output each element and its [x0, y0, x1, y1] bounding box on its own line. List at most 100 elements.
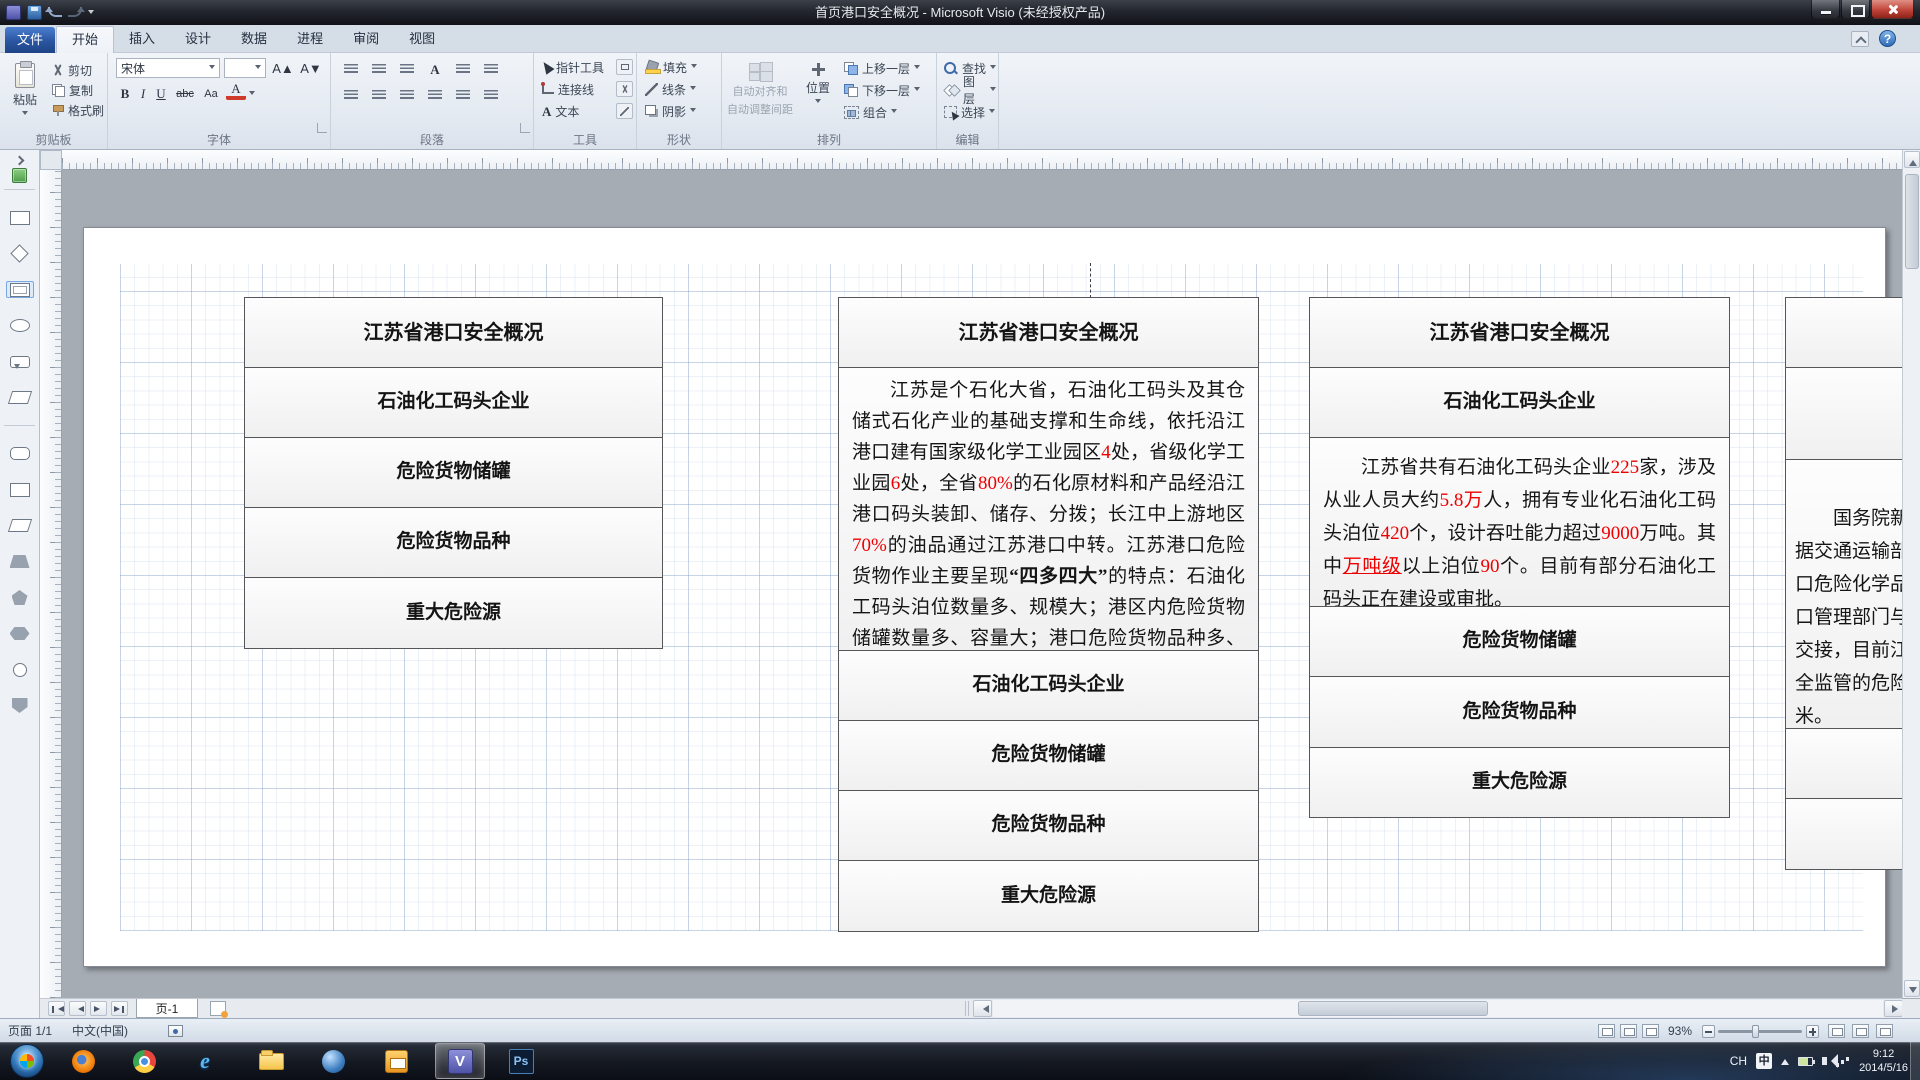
copy-button[interactable]: 复制 [50, 81, 95, 99]
shape-col4-paragraph[interactable]: 国务院新《 据交通运输部和 口危险化学品安 口管理部门与安 交接，目前江苏 全监… [1785, 459, 1902, 729]
hidden-icons-chevron[interactable] [1781, 1055, 1789, 1065]
horizontal-scrollbar-thumb[interactable] [1298, 1001, 1488, 1016]
send-backward-button[interactable]: 下移一层 [842, 81, 922, 99]
close-button[interactable] [1871, 0, 1914, 19]
connection-point-tool-button[interactable] [616, 81, 633, 97]
shape-col1-row2[interactable]: 危险货物储罐 [244, 437, 663, 508]
horizontal-scrollbar[interactable] [993, 1000, 1883, 1017]
language-bar[interactable]: CH [1730, 1054, 1747, 1068]
taskbar-explorer[interactable] [246, 1043, 296, 1079]
scroll-right-icon[interactable] [1884, 1000, 1903, 1017]
last-page-button[interactable] [111, 1001, 128, 1016]
shape-col1-row1[interactable]: 石油化工码头企业 [244, 367, 663, 438]
stencil-shape-rounded-rectangle[interactable] [6, 445, 34, 462]
zoom-out-icon[interactable] [1702, 1025, 1715, 1038]
stencil-shape-trapezoid[interactable] [6, 553, 34, 570]
visio-app-icon[interactable] [6, 5, 21, 20]
shape-col3-row3[interactable]: 重大危险源 [1309, 747, 1730, 818]
shadow-button[interactable]: 阴影 [643, 102, 698, 120]
pointer-tool-button[interactable]: 指针工具 [540, 58, 606, 76]
strikethrough-button[interactable]: abc [172, 84, 198, 104]
language-indicator[interactable]: 中文(中国) [72, 1019, 128, 1043]
rotate-text-button[interactable] [479, 58, 503, 80]
align-right-button[interactable] [395, 84, 419, 106]
shape-col2-row4[interactable]: 重大危险源 [838, 860, 1259, 932]
paragraph-spacing-button[interactable] [451, 58, 475, 80]
taskbar-photoshop[interactable]: Ps [496, 1043, 546, 1079]
layers-button[interactable]: 图层 [942, 81, 998, 99]
underline-button[interactable]: U [152, 84, 170, 104]
view-mode-icon-1[interactable] [1598, 1024, 1615, 1038]
position-button[interactable]: 位置 [798, 56, 838, 136]
stencil-shape-ellipse[interactable] [6, 317, 34, 334]
taskbar-clock[interactable]: 9:12 2014/5/16 [1859, 1047, 1908, 1075]
vertical-scrollbar-thumb[interactable] [1905, 174, 1919, 269]
macro-record-icon[interactable] [168, 1025, 183, 1037]
shape-col3-header[interactable]: 江苏省港口安全概况 [1309, 297, 1730, 368]
file-tab[interactable]: 文件 [5, 27, 55, 53]
taskbar-chrome[interactable] [119, 1043, 169, 1079]
italic-button[interactable]: I [136, 84, 150, 104]
align-left-button[interactable] [339, 84, 363, 106]
taskbar-internet-explorer[interactable]: e [180, 1043, 230, 1079]
undo-icon[interactable] [48, 7, 62, 17]
tab-review[interactable]: 审阅 [338, 25, 394, 53]
fit-page-icon[interactable] [1828, 1024, 1845, 1038]
select-button[interactable]: 选择 [942, 103, 997, 121]
shape-col4-row2[interactable] [1785, 367, 1902, 460]
text-tool-button[interactable]: A文本 [540, 102, 581, 120]
scroll-up-icon[interactable] [1904, 151, 1920, 168]
font-color-dropdown-icon[interactable] [249, 91, 255, 98]
battery-icon[interactable] [1798, 1057, 1813, 1066]
zoom-slider[interactable] [1718, 1030, 1802, 1033]
shape-col3-row2[interactable]: 危险货物品种 [1309, 676, 1730, 748]
start-orb[interactable] [10, 1044, 44, 1078]
first-page-button[interactable] [48, 1001, 65, 1016]
view-mode-icon-3[interactable] [1642, 1024, 1659, 1038]
insert-page-icon[interactable] [210, 1001, 226, 1016]
justify-button[interactable] [423, 84, 447, 106]
tab-view[interactable]: 视图 [394, 25, 450, 53]
full-screen-icon[interactable] [1876, 1024, 1893, 1038]
qat-customize-icon[interactable] [88, 10, 94, 17]
connector-tool-button[interactable]: 连接线 [540, 80, 596, 98]
vertical-scrollbar[interactable] [1902, 150, 1920, 998]
ime-mode-icon[interactable]: 中 [1756, 1053, 1772, 1069]
shape-draw-tool-button[interactable] [616, 59, 633, 75]
align-center-button[interactable] [367, 84, 391, 106]
shape-col2-paragraph[interactable]: 江苏是个石化大省，石油化工码头及其仓储式石化产业的基础支撑和生命线，依托沿江港口… [838, 367, 1259, 651]
group-shapes-button[interactable]: 组合 [842, 103, 899, 121]
shape-col2-row1[interactable]: 石油化工码头企业 [838, 650, 1259, 721]
stencil-shape-parallelogram-2[interactable] [6, 517, 34, 534]
shape-col1-row4[interactable]: 重大危险源 [244, 577, 663, 649]
zoom-level[interactable]: 93% [1668, 1019, 1692, 1043]
minimize-button[interactable] [1811, 0, 1840, 19]
shape-col4-row3[interactable] [1785, 728, 1902, 799]
taskbar-outlook[interactable] [371, 1043, 421, 1079]
shape-col2-header[interactable]: 江苏省港口安全概况 [838, 297, 1259, 368]
decrease-indent-button[interactable] [367, 58, 391, 80]
bold-button[interactable]: B [116, 84, 134, 104]
scroll-left-icon[interactable] [973, 1000, 992, 1017]
tab-design[interactable]: 设计 [170, 25, 226, 53]
shrink-font-button[interactable]: A▼ [298, 58, 324, 78]
shape-col3-row1[interactable]: 危险货物储罐 [1309, 606, 1730, 677]
shape-col4-row1[interactable] [1785, 297, 1902, 368]
format-painter-button[interactable]: 格式刷 [50, 101, 106, 119]
shape-col2-row3[interactable]: 危险货物品种 [838, 790, 1259, 861]
view-mode-icon-2[interactable] [1620, 1024, 1637, 1038]
font-size-combo[interactable] [224, 58, 266, 78]
auto-align-space-button[interactable]: 自动对齐和 自动调整间距 [726, 56, 794, 136]
stencil-shape-rectangle-2[interactable] [6, 481, 34, 498]
pencil-tool-button[interactable] [616, 103, 633, 119]
tab-process[interactable]: 进程 [282, 25, 338, 53]
taskbar-firefox[interactable] [58, 1043, 108, 1079]
next-page-button[interactable] [90, 1001, 107, 1016]
distribute-button[interactable] [451, 84, 475, 106]
zoom-slider-thumb[interactable] [1752, 1025, 1759, 1038]
stencil-shape-parallelogram[interactable] [6, 389, 34, 406]
help-icon[interactable]: ? [1879, 30, 1896, 47]
stencil-shape-circle[interactable] [6, 661, 34, 678]
stencil-shape-callout[interactable] [6, 353, 34, 370]
stencil-shape-shield[interactable] [6, 697, 34, 714]
